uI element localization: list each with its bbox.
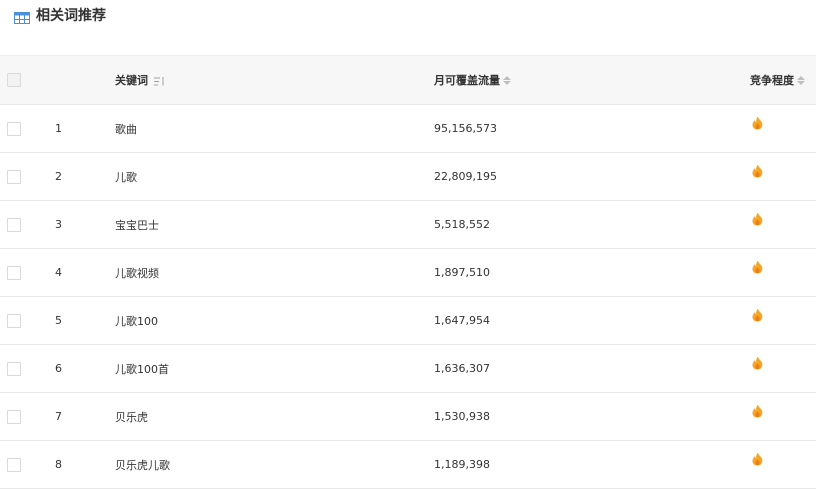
row-index: 2 xyxy=(55,170,62,183)
competition-level xyxy=(750,339,764,386)
row-checkbox[interactable] xyxy=(7,361,21,376)
row-select-cell xyxy=(7,201,21,248)
fire-icon xyxy=(751,164,764,178)
row-select-cell xyxy=(7,105,21,152)
table-row: 5 儿歌100 1,647,954 xyxy=(0,297,816,345)
competition-level xyxy=(750,243,764,290)
row-index: 5 xyxy=(55,314,62,327)
fire-icon xyxy=(751,116,764,130)
section-header: 相关词推荐 xyxy=(14,5,106,25)
fire-icon xyxy=(751,212,764,226)
row-keyword: 儿歌 xyxy=(115,170,137,184)
table-body: 1 歌曲 95,156,573 2 儿歌 22,809,195 3 宝宝巴士 5,518,552… xyxy=(0,105,816,489)
fire-icon xyxy=(751,308,764,322)
table-icon xyxy=(14,9,30,24)
row-traffic: 1,530,938 xyxy=(434,410,490,423)
competition-level xyxy=(750,99,764,146)
table-row: 7 贝乐虎 1,530,938 xyxy=(0,393,816,441)
keyword-column-label: 关键词 xyxy=(115,74,148,87)
competition-level xyxy=(750,291,764,338)
keyword-column-header[interactable]: 关键词 xyxy=(115,56,165,104)
table-header: 关键词 月可覆盖流量 竞争程度 xyxy=(0,55,816,105)
row-checkbox[interactable] xyxy=(7,313,21,328)
competition-level xyxy=(750,387,764,434)
row-select-cell xyxy=(7,297,21,344)
row-traffic: 5,518,552 xyxy=(434,218,490,231)
competition-column-label: 竞争程度 xyxy=(750,74,794,87)
competition-level xyxy=(750,147,764,194)
fire-icon xyxy=(751,260,764,274)
select-all-cell xyxy=(7,56,21,104)
section-title: 相关词推荐 xyxy=(36,8,106,24)
row-checkbox[interactable] xyxy=(7,457,21,472)
sort-icon[interactable] xyxy=(503,75,511,85)
row-traffic: 22,809,195 xyxy=(434,170,497,183)
table-row: 1 歌曲 95,156,573 xyxy=(0,105,816,153)
row-index: 7 xyxy=(55,410,62,423)
row-checkbox[interactable] xyxy=(7,121,21,136)
keyword-table: 关键词 月可覆盖流量 竞争程度 1 歌曲 95,156,573 2 儿歌 22,809,1… xyxy=(0,55,816,489)
row-keyword: 宝宝巴士 xyxy=(115,218,159,232)
row-index: 1 xyxy=(55,122,62,135)
traffic-column-label: 月可覆盖流量 xyxy=(434,74,500,87)
row-select-cell xyxy=(7,393,21,440)
row-traffic: 1,647,954 xyxy=(434,314,490,327)
row-index: 3 xyxy=(55,218,62,231)
table-row: 8 贝乐虎儿歌 1,189,398 xyxy=(0,441,816,489)
row-checkbox[interactable] xyxy=(7,169,21,184)
row-select-cell xyxy=(7,153,21,200)
row-select-cell xyxy=(7,345,21,392)
row-traffic: 1,189,398 xyxy=(434,458,490,471)
row-index: 4 xyxy=(55,266,62,279)
fire-icon xyxy=(751,452,764,466)
row-checkbox[interactable] xyxy=(7,409,21,424)
table-row: 3 宝宝巴士 5,518,552 xyxy=(0,201,816,249)
row-keyword: 儿歌100 xyxy=(115,314,158,328)
row-keyword: 歌曲 xyxy=(115,122,137,136)
row-traffic: 1,897,510 xyxy=(434,266,490,279)
filter-icon[interactable] xyxy=(154,76,165,85)
select-all-checkbox[interactable] xyxy=(7,73,21,87)
competition-level xyxy=(750,435,764,482)
row-keyword: 贝乐虎 xyxy=(115,410,148,424)
table-row: 6 儿歌100首 1,636,307 xyxy=(0,345,816,393)
row-index: 8 xyxy=(55,458,62,471)
fire-icon xyxy=(751,404,764,418)
sort-icon[interactable] xyxy=(797,75,805,85)
row-checkbox[interactable] xyxy=(7,217,21,232)
row-select-cell xyxy=(7,441,21,488)
row-index: 6 xyxy=(55,362,62,375)
row-traffic: 1,636,307 xyxy=(434,362,490,375)
row-keyword: 贝乐虎儿歌 xyxy=(115,458,170,472)
traffic-column-header[interactable]: 月可覆盖流量 xyxy=(434,56,511,104)
row-select-cell xyxy=(7,249,21,296)
row-checkbox[interactable] xyxy=(7,265,21,280)
row-keyword: 儿歌视频 xyxy=(115,266,159,280)
fire-icon xyxy=(751,356,764,370)
table-row: 2 儿歌 22,809,195 xyxy=(0,153,816,201)
row-keyword: 儿歌100首 xyxy=(115,362,169,376)
competition-level xyxy=(750,195,764,242)
row-traffic: 95,156,573 xyxy=(434,122,497,135)
table-row: 4 儿歌视频 1,897,510 xyxy=(0,249,816,297)
competition-column-header[interactable]: 竞争程度 xyxy=(750,56,805,104)
